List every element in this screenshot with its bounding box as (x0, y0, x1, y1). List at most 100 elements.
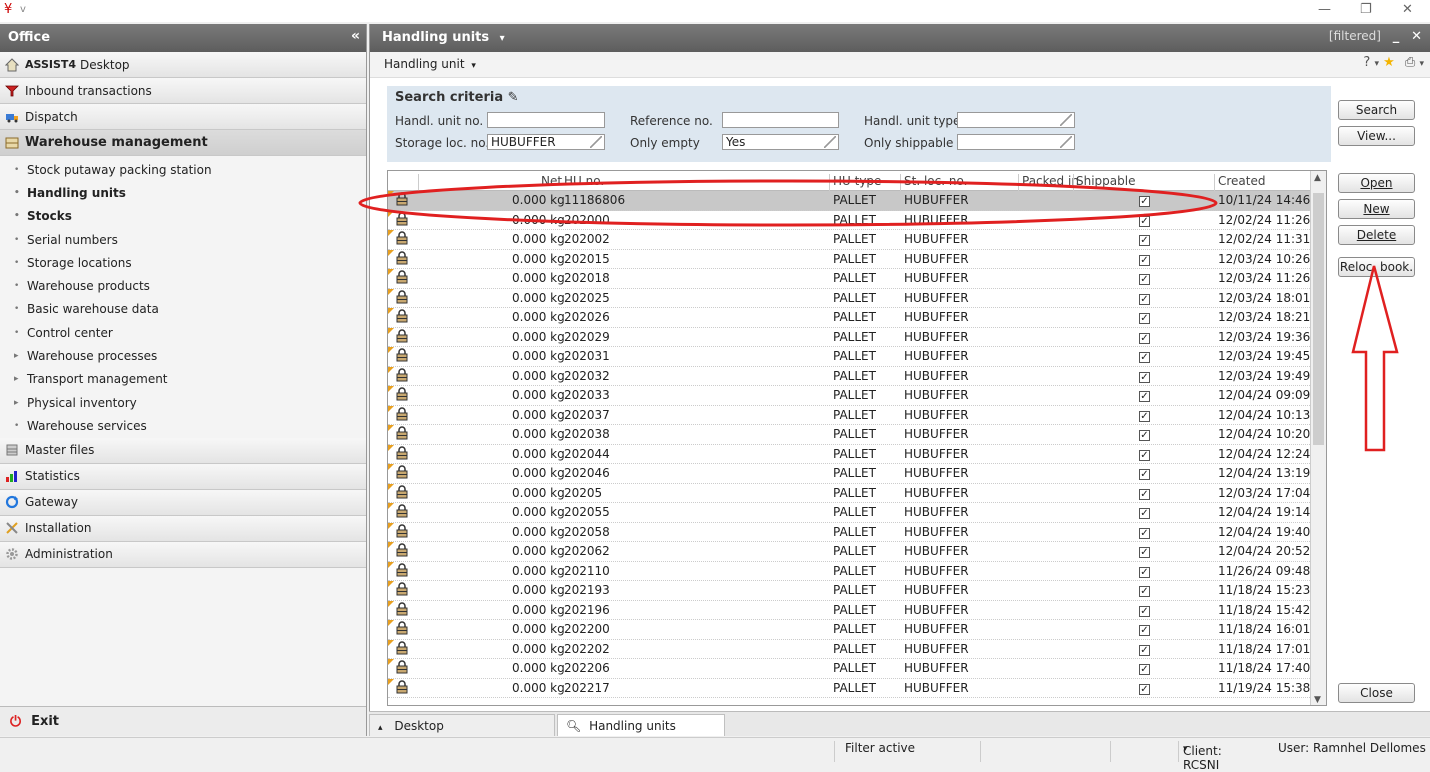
only-empty-select[interactable]: Yes (722, 134, 839, 150)
page-title[interactable]: Handling units (382, 30, 489, 45)
sidebar-item-warehouse-processes[interactable]: ▸ Warehouse processes (0, 344, 366, 367)
sidebar-item-physical-inventory[interactable]: ▸ Physical inventory (0, 391, 366, 414)
exit-button[interactable]: ⏻ Exit (0, 706, 366, 736)
col-hu-no[interactable]: HU no. (564, 174, 604, 188)
reference-no-input[interactable] (722, 112, 839, 128)
storage-loc-select[interactable]: HUBUFFER (487, 134, 605, 150)
table-row[interactable]: 0.000 kg 20205 PALLET HUBUFFER ✓ 12/03/24 17:… (388, 483, 1326, 503)
table-row[interactable]: 0.000 kg 202200 PALLET HUBUFFER ✓ 11/18/24 16… (388, 620, 1326, 640)
sidebar-item-label: Control center (27, 325, 113, 340)
table-row[interactable]: 0.000 kg 202018 PALLET HUBUFFER ✓ 12/03/24 11… (388, 269, 1326, 289)
close-window-button[interactable]: ✕ (1402, 2, 1413, 17)
sidebar-item-stocks[interactable]: • Stocks (0, 205, 366, 228)
cell-hu-type: PALLET (833, 349, 876, 363)
help-icon[interactable]: ? (1363, 55, 1370, 70)
record-menu-caret[interactable]: ▾ (471, 61, 476, 71)
table-row[interactable]: 0.000 kg 202032 PALLET HUBUFFER ✓ 12/03/24 19… (388, 366, 1326, 386)
close-panel-button[interactable]: ✕ (1411, 29, 1422, 44)
search-button[interactable]: Search (1338, 100, 1415, 120)
tab-handling-units[interactable]: 🔍︎ Handling units (557, 714, 725, 736)
scroll-down-icon[interactable]: ▼ (1314, 695, 1321, 705)
new-button[interactable]: New (1338, 199, 1415, 219)
close-button[interactable]: Close (1338, 683, 1415, 703)
table-row[interactable]: 0.000 kg 202025 PALLET HUBUFFER ✓ 12/03/24 18… (388, 288, 1326, 308)
sidebar-category-master-files[interactable]: Master files (0, 437, 366, 464)
tab-desktop[interactable]: ▴ Desktop (369, 714, 555, 736)
table-row[interactable]: 0.000 kg 202000 PALLET HUBUFFER ✓ 12/02/24 11… (388, 210, 1326, 230)
col-created[interactable]: Created (1218, 174, 1266, 188)
hu-no-input[interactable] (487, 112, 605, 128)
table-row[interactable]: 0.000 kg 202002 PALLET HUBUFFER ✓ 12/02/24 11… (388, 230, 1326, 250)
table-row[interactable]: 0.000 kg 202196 PALLET HUBUFFER ✓ 11/18/24 15… (388, 600, 1326, 620)
print-icon[interactable]: ⎙ (1405, 55, 1415, 70)
col-shippable[interactable]: Shippable (1076, 174, 1135, 188)
delete-button[interactable]: Delete (1338, 225, 1415, 245)
pallet-lock-icon (396, 465, 412, 481)
title-dropdown-icon[interactable]: ▾ (500, 33, 505, 44)
sidebar-item-label: Storage locations (27, 255, 132, 270)
table-row[interactable]: 0.000 kg 202202 PALLET HUBUFFER ✓ 11/18/24 17… (388, 639, 1326, 659)
sidebar-item-handling-units[interactable]: • Handling units (0, 181, 366, 204)
sidebar-item-serial-numbers[interactable]: • Serial numbers (0, 228, 366, 251)
sidebar-category-desktop[interactable]: ASSIST4 Desktop (0, 52, 366, 78)
sidebar-category-installation[interactable]: Installation (0, 515, 366, 542)
sidebar-category-inbound[interactable]: Inbound transactions (0, 78, 366, 104)
minimize-panel-button[interactable]: _ (1393, 29, 1400, 44)
collapse-sidebar-button[interactable]: « (351, 28, 360, 44)
minimize-button[interactable]: — (1318, 2, 1331, 17)
sidebar-item-transport-management[interactable]: ▸ Transport management (0, 368, 366, 391)
col-net[interactable]: Net (541, 174, 562, 188)
table-row[interactable]: 0.000 kg 202037 PALLET HUBUFFER ✓ 12/04/24 10… (388, 405, 1326, 425)
table-row[interactable]: 0.000 kg 202193 PALLET HUBUFFER ✓ 11/18/24 15… (388, 581, 1326, 601)
scroll-thumb[interactable] (1313, 193, 1324, 445)
col-packed-in[interactable]: Packed in (1022, 174, 1079, 188)
view-button[interactable]: View... (1338, 126, 1415, 146)
sidebar-category-dispatch[interactable]: Dispatch (0, 104, 366, 130)
table-row[interactable]: 0.000 kg 202206 PALLET HUBUFFER ✓ 11/18/24 17… (388, 659, 1326, 679)
open-button[interactable]: Open (1338, 173, 1415, 193)
reloc-book-button[interactable]: Reloc. book. (1338, 257, 1415, 277)
cell-hu-type: PALLET (833, 368, 876, 383)
table-row[interactable]: 0.000 kg 202055 PALLET HUBUFFER ✓ 12/04/24 19… (388, 503, 1326, 523)
table-row[interactable]: 0.000 kg 202031 PALLET HUBUFFER ✓ 12/03/24 19… (388, 347, 1326, 367)
sidebar-item-warehouse-services[interactable]: • Warehouse services (0, 414, 366, 437)
sidebar-item-warehouse-products[interactable]: • Warehouse products (0, 274, 366, 297)
cell-st-loc: HUBUFFER (904, 563, 969, 578)
table-row[interactable]: 0.000 kg 202026 PALLET HUBUFFER ✓ 12/03/24 18… (388, 308, 1326, 328)
table-row[interactable]: 0.000 kg 11186806 PALLET HUBUFFER ✓ 10/11/24 … (388, 191, 1326, 211)
table-row[interactable]: 0.000 kg 202033 PALLET HUBUFFER ✓ 12/04/24 09… (388, 386, 1326, 406)
vertical-scrollbar[interactable]: ▲ ▼ (1310, 171, 1326, 705)
tab-collapse-icon[interactable]: ▴ (378, 723, 383, 733)
sidebar-item-stock-putaway[interactable]: • Stock putaway packing station (0, 158, 366, 181)
col-st-loc[interactable]: St. loc. no. (904, 174, 967, 188)
sidebar-category-administration[interactable]: Administration (0, 541, 366, 568)
table-row[interactable]: 0.000 kg 202044 PALLET HUBUFFER ✓ 12/04/24 12… (388, 444, 1326, 464)
sidebar-category-warehouse[interactable]: Warehouse management (0, 130, 366, 156)
scroll-up-icon[interactable]: ▲ (1314, 173, 1321, 183)
sidebar-category-statistics[interactable]: Statistics (0, 463, 366, 490)
table-row[interactable]: 0.000 kg 202058 PALLET HUBUFFER ✓ 12/04/24 19… (388, 522, 1326, 542)
sidebar-item-basic-warehouse-data[interactable]: • Basic warehouse data (0, 298, 366, 321)
sidebar-item-control-center[interactable]: • Control center (0, 321, 366, 344)
table-row[interactable]: 0.000 kg 202029 PALLET HUBUFFER ✓ 12/03/24 19… (388, 327, 1326, 347)
print-caret[interactable]: ▾ (1419, 59, 1424, 69)
table-row[interactable]: 0.000 kg 202038 PALLET HUBUFFER ✓ 12/04/24 10… (388, 425, 1326, 445)
col-hu-type[interactable]: HU type (833, 174, 881, 188)
table-row[interactable]: 0.000 kg 202110 PALLET HUBUFFER ✓ 11/26/24 09… (388, 561, 1326, 581)
table-row[interactable]: 0.000 kg 202046 PALLET HUBUFFER ✓ 12/04/24 13… (388, 464, 1326, 484)
app-logo-icon: ¥ (4, 2, 13, 17)
only-shippable-select[interactable] (957, 134, 1075, 150)
help-caret[interactable]: ▾ (1374, 59, 1379, 69)
restore-button[interactable]: ❐ (1360, 2, 1372, 17)
cell-st-loc: HUBUFFER (904, 446, 969, 461)
sidebar-category-gateway[interactable]: Gateway (0, 489, 366, 516)
favorite-star-icon[interactable]: ★ (1383, 55, 1395, 70)
table-row[interactable]: 0.000 kg 202015 PALLET HUBUFFER ✓ 12/03/24 10… (388, 249, 1326, 269)
hu-type-select[interactable] (957, 112, 1075, 128)
table-row[interactable]: 0.000 kg 202062 PALLET HUBUFFER ✓ 12/04/24 20… (388, 542, 1326, 562)
record-menu[interactable]: Handling unit (384, 57, 465, 71)
sidebar-item-storage-locations[interactable]: • Storage locations (0, 251, 366, 274)
edit-icon[interactable]: ✎ (508, 90, 519, 105)
table-row[interactable]: 0.000 kg 202217 PALLET HUBUFFER ✓ 11/19/24 15… (388, 678, 1326, 698)
app-menu-caret[interactable]: v (20, 4, 26, 15)
